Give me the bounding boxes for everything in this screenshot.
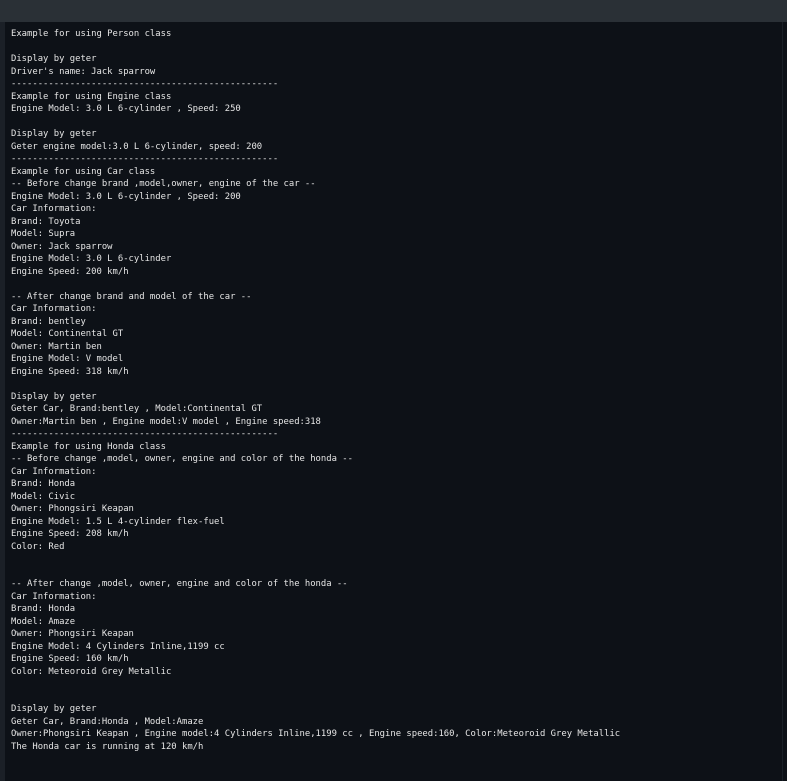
output-line: Engine Speed: 318 km/h — [11, 366, 129, 377]
output-line: The Honda car is running at 120 km/h — [11, 741, 204, 752]
terminal-output: Example for using Person class Display by… — [11, 28, 620, 753]
output-line: Geter engine model:3.0 L 6-cylinder, spe… — [11, 141, 263, 152]
output-line: Brand: Toyota — [11, 216, 81, 227]
output-line: Color: Meteoroid Grey Metallic — [11, 666, 172, 677]
separator-line: ----------------------------------------… — [11, 429, 279, 439]
output-line: -- After change ,model, owner, engine an… — [11, 579, 348, 589]
output-line: Engine Model: 4 Cylinders Inline,1199 cc — [11, 641, 225, 652]
output-line: Engine Model: 3.0 L 6-cylinder , Speed: … — [11, 191, 241, 202]
output-line: Model: Supra — [11, 229, 76, 239]
output-line: Geter Car, Brand:bentley , Model:Contine… — [11, 404, 263, 414]
output-line: Engine Speed: 160 km/h — [11, 654, 129, 664]
output-line: Engine Speed: 200 km/h — [11, 266, 129, 277]
output-line: Car Information: — [11, 304, 97, 314]
output-line: Display by geter — [11, 54, 97, 64]
output-line: -- After change brand and model of the c… — [11, 291, 252, 302]
output-line: Example for using Engine class — [11, 91, 172, 102]
output-line: Model: Amaze — [11, 616, 76, 627]
output-line: Car Information: — [11, 204, 97, 214]
output-line: Engine Model: 3.0 L 6-cylinder , Speed: … — [11, 104, 241, 114]
separator-line: ----------------------------------------… — [11, 79, 279, 89]
output-line: Example for using Person class — [11, 29, 172, 39]
output-line: -- Before change brand ,model,owner, eng… — [11, 179, 316, 189]
separator-line: ----------------------------------------… — [11, 154, 279, 164]
output-line: Color: Red — [11, 541, 65, 552]
terminal-output-panel[interactable]: Example for using Person class Display by… — [5, 22, 783, 781]
output-line: Owner: Martin ben — [11, 341, 102, 352]
output-line: Model: Civic — [11, 491, 76, 502]
output-line: Display by geter — [11, 129, 97, 139]
output-line: Example for using Car class — [11, 166, 156, 177]
output-line: Car Information: — [11, 591, 97, 602]
window-title-bar — [0, 0, 787, 22]
output-line: Display by geter — [11, 704, 97, 714]
output-line: Brand: Honda — [11, 604, 76, 614]
output-line: Display by geter — [11, 391, 97, 402]
output-line: Geter Car, Brand:Honda , Model:Amaze — [11, 716, 204, 727]
output-line: Car Information: — [11, 466, 97, 477]
output-line: Engine Model: V model — [11, 354, 124, 364]
output-line: Owner:Phongsiri Keapan , Engine model:4 … — [11, 729, 621, 739]
output-line: -- Before change ,model, owner, engine a… — [11, 454, 353, 464]
output-line: Brand: Honda — [11, 479, 76, 489]
output-line: Owner: Phongsiri Keapan — [11, 504, 134, 514]
output-line: Driver's name: Jack sparrow — [11, 66, 156, 77]
output-line: Owner: Phongsiri Keapan — [11, 629, 134, 639]
output-line: Engine Speed: 208 km/h — [11, 529, 129, 539]
output-line: Model: Continental GT — [11, 329, 124, 339]
output-line: Owner:Martin ben , Engine model:V model … — [11, 416, 321, 427]
output-line: Engine Model: 3.0 L 6-cylinder — [11, 254, 172, 264]
output-line: Owner: Jack sparrow — [11, 241, 113, 252]
output-line: Engine Model: 1.5 L 4-cylinder flex-fuel — [11, 516, 225, 527]
output-line: Example for using Honda class — [11, 441, 166, 452]
output-line: Brand: bentley — [11, 316, 86, 327]
